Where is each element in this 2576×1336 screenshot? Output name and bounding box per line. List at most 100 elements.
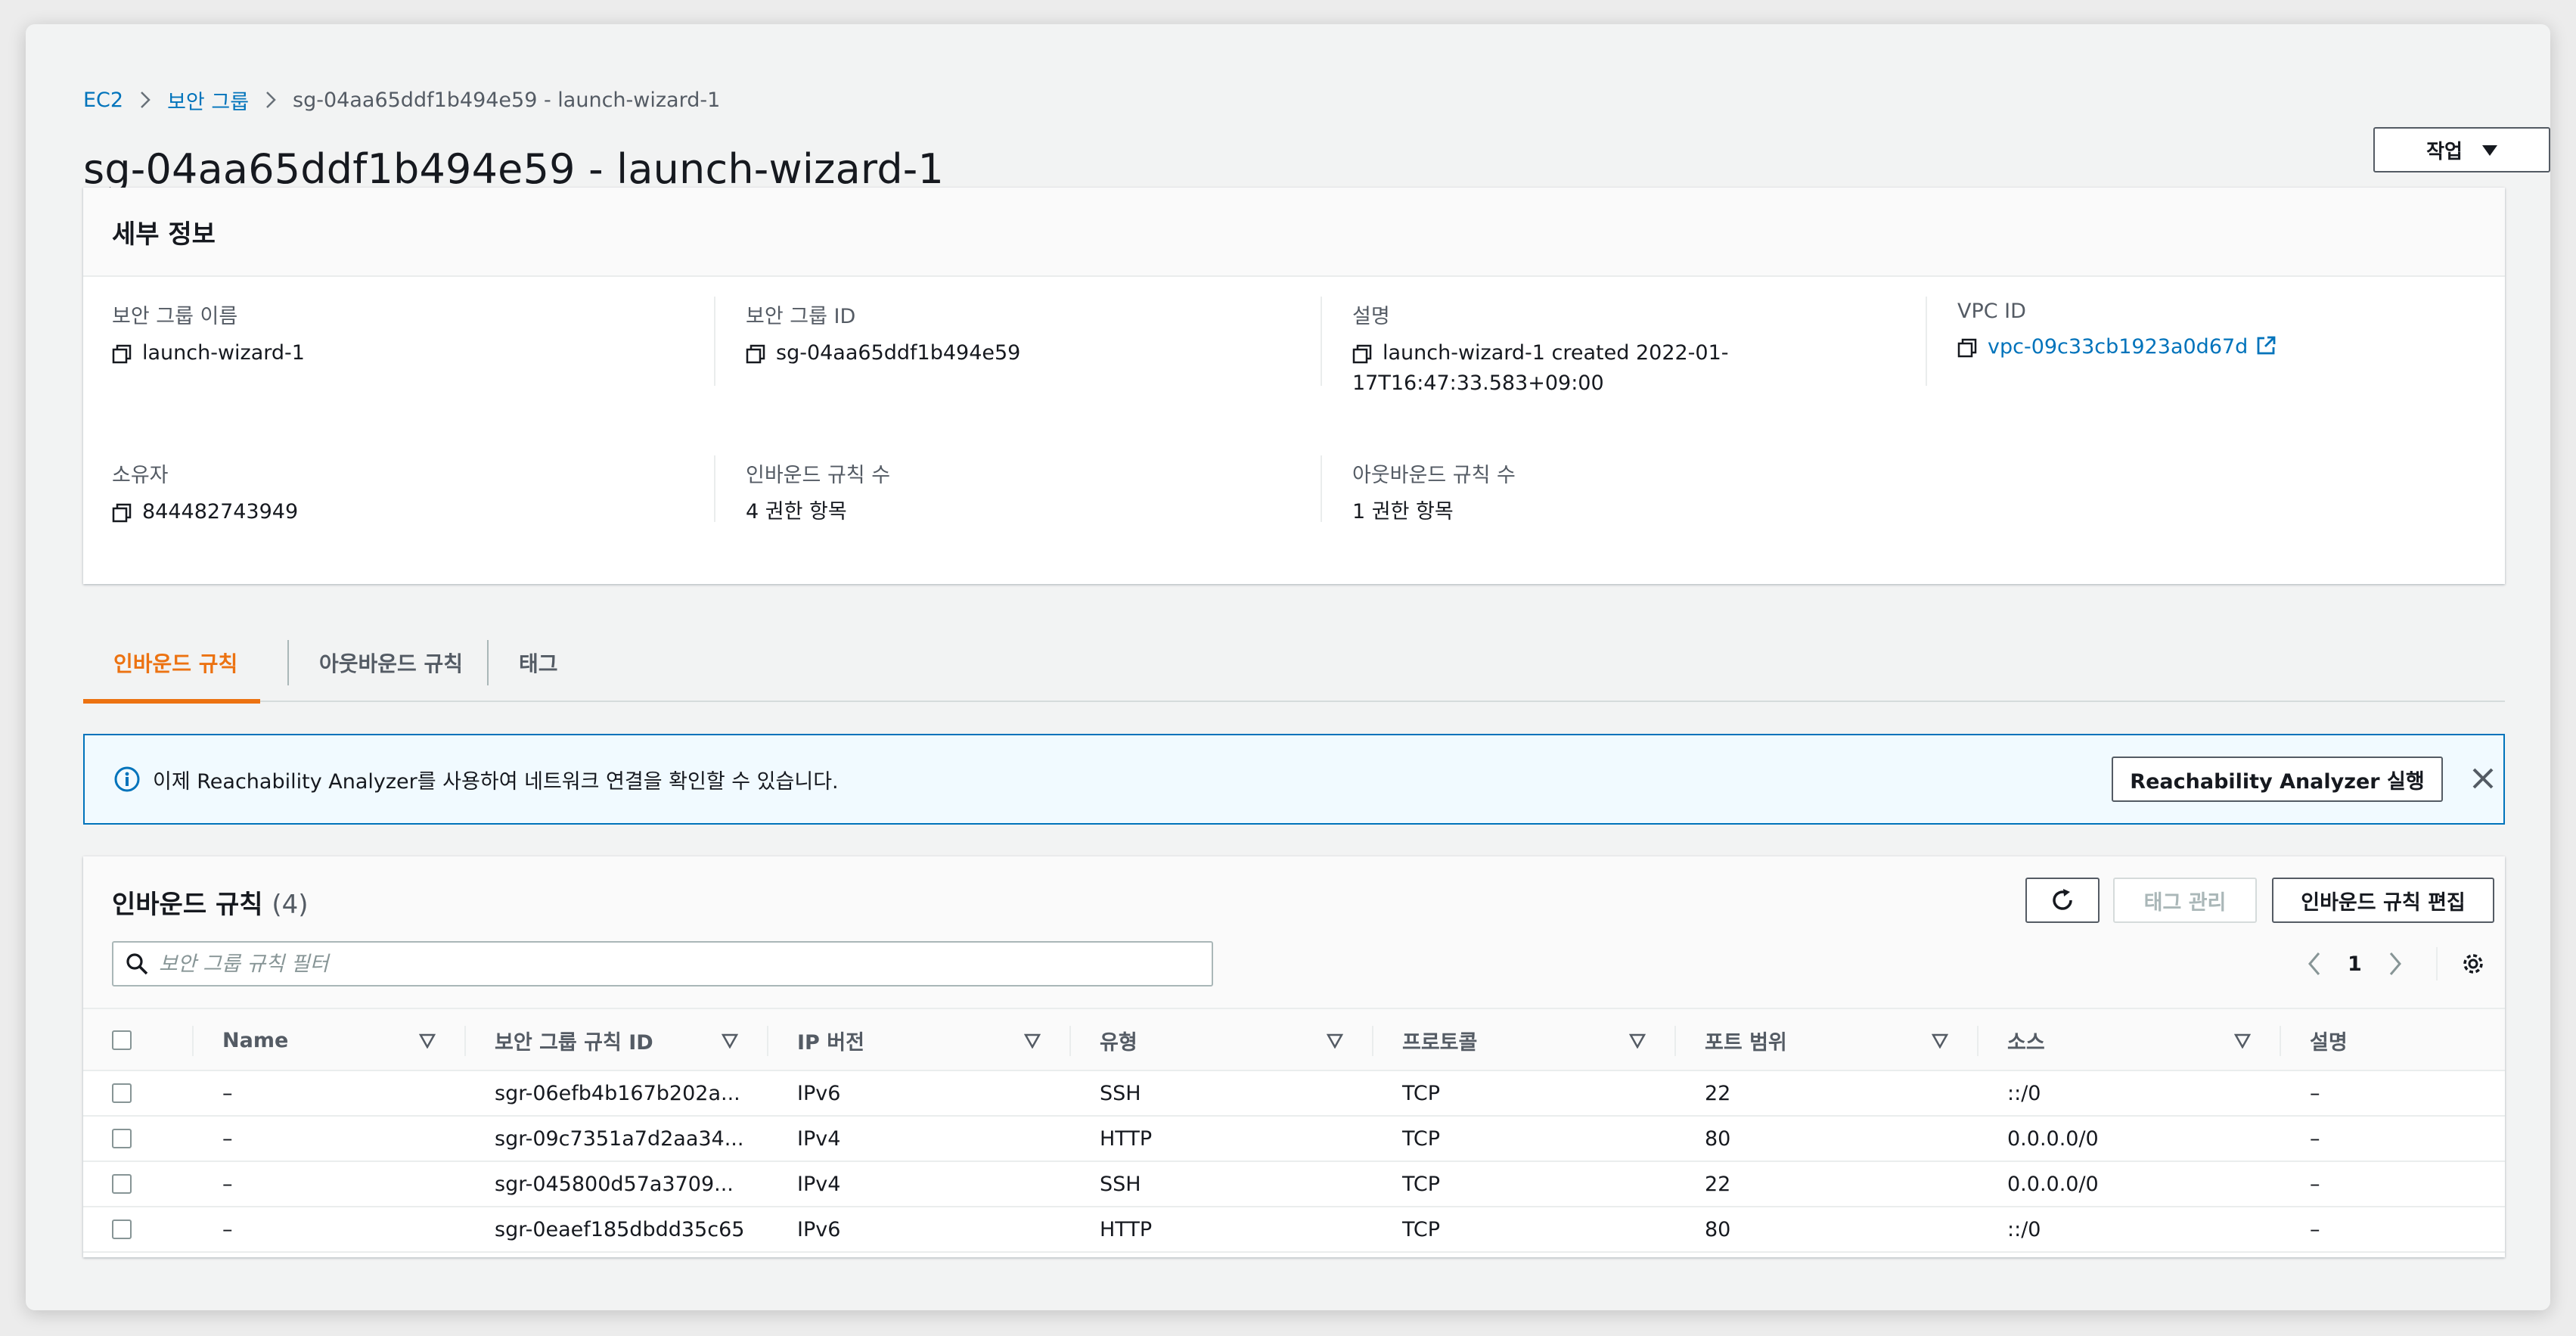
run-reachability-analyzer-button[interactable]: Reachability Analyzer 실행 [2112, 757, 2443, 802]
sort-icon[interactable] [721, 1033, 739, 1052]
column-header-description[interactable]: 설명 [2310, 1009, 2348, 1071]
tab-bar: 인바운드 규칙 아웃바운드 규칙 태그 [83, 625, 2505, 704]
cell-type: HTTP [1100, 1126, 1153, 1151]
column-header-source[interactable]: 소스 [2007, 1009, 2045, 1071]
column-label: 프로토콜 [1402, 1030, 1478, 1055]
refresh-icon [2050, 887, 2075, 913]
search-icon [126, 952, 148, 975]
column-header-ip-version[interactable]: IP 버전 [797, 1009, 864, 1071]
cell-name: – [222, 1081, 233, 1105]
field-value: launch-wizard-1 [142, 341, 305, 365]
cell-rule-id[interactable]: sgr-06efb4b167b202a... [495, 1071, 740, 1115]
cell-port-range: 80 [1705, 1126, 1731, 1151]
table-row[interactable]: – sgr-06efb4b167b202a... IPv6 SSH TCP 22… [83, 1071, 2505, 1117]
copy-icon[interactable] [112, 343, 132, 373]
field-sg-name: 보안 그룹 이름 launch-wizard-1 [112, 300, 305, 373]
sort-icon[interactable] [2233, 1033, 2252, 1052]
column-divider [714, 297, 715, 386]
actions-dropdown-button[interactable]: 작업 [2373, 127, 2550, 172]
column-header-type[interactable]: 유형 [1100, 1009, 1137, 1071]
table-row[interactable]: – sgr-09c7351a7d2aa34... IPv4 HTTP TCP 8… [83, 1117, 2505, 1162]
chevron-left-icon[interactable] [2307, 951, 2322, 977]
select-all-checkbox[interactable] [112, 1030, 132, 1050]
table-header: Name 보안 그룹 규칙 ID IP 버전 유형 프로토콜 포트 범위 소스 … [83, 1008, 2505, 1071]
table-row[interactable]: – sgr-045800d57a3709... IPv4 SSH TCP 22 … [83, 1162, 2505, 1207]
cell-name: – [222, 1172, 233, 1196]
sort-icon[interactable] [1628, 1033, 1646, 1052]
sort-icon[interactable] [418, 1033, 436, 1052]
vpc-id-link[interactable]: vpc-09c33cb1923a0d67d [1988, 332, 2248, 362]
column-divider [1926, 297, 1927, 386]
close-icon[interactable] [2470, 766, 2496, 791]
cell-name: – [222, 1126, 233, 1151]
cell-rule-id[interactable]: sgr-0eaef185dbdd35c65 [495, 1207, 744, 1251]
cell-description: – [2310, 1081, 2320, 1105]
cell-type: SSH [1100, 1081, 1141, 1105]
column-divider [1321, 455, 1322, 522]
cell-description: – [2310, 1126, 2320, 1151]
cell-port-range: 22 [1705, 1081, 1731, 1105]
column-header-port-range[interactable]: 포트 범위 [1705, 1009, 1787, 1071]
tab-inbound-rules[interactable]: 인바운드 규칙 [113, 625, 237, 701]
sort-icon[interactable] [1023, 1033, 1041, 1052]
field-label: 소유자 [112, 464, 169, 487]
external-link-icon[interactable] [2255, 335, 2277, 365]
breadcrumb-ec2-link[interactable]: EC2 [83, 89, 123, 112]
row-checkbox[interactable] [112, 1219, 132, 1239]
field-inbound-count: 인바운드 규칙 수 4 권한 항목 [746, 458, 890, 527]
rules-title-text: 인바운드 규칙 [112, 890, 263, 920]
alert-text: 이제 Reachability Analyzer를 사용하여 네트워크 연결을 … [153, 769, 839, 794]
field-label: 아웃바운드 규칙 수 [1352, 464, 1516, 487]
breadcrumb-security-groups-link[interactable]: 보안 그룹 [167, 85, 249, 115]
column-label: 유형 [1100, 1030, 1137, 1055]
info-icon [113, 766, 141, 793]
copy-icon[interactable] [1957, 337, 1977, 367]
row-checkbox[interactable] [112, 1174, 132, 1194]
field-vpc-id: VPC ID vpc-09c33cb1923a0d67d [1957, 300, 2277, 367]
search-filter[interactable] [112, 941, 1213, 986]
refresh-button[interactable] [2025, 878, 2100, 923]
copy-icon[interactable] [746, 343, 765, 373]
cell-protocol: TCP [1402, 1081, 1441, 1105]
page-number[interactable]: 1 [2348, 952, 2362, 976]
edit-inbound-rules-button[interactable]: 인바운드 규칙 편집 [2272, 878, 2494, 923]
cell-description: – [2310, 1172, 2320, 1196]
field-value: 844482743949 [142, 500, 299, 524]
tab-outbound-rules[interactable]: 아웃바운드 규칙 [319, 625, 463, 701]
field-value: sg-04aa65ddf1b494e59 [776, 341, 1021, 365]
breadcrumb-current: sg-04aa65ddf1b494e59 - launch-wizard-1 [293, 88, 721, 112]
column-label: 보안 그룹 규칙 ID [495, 1030, 653, 1055]
field-label: 보안 그룹 이름 [112, 305, 238, 328]
sort-icon[interactable] [1931, 1033, 1949, 1052]
chevron-right-icon[interactable] [2388, 951, 2403, 977]
cell-rule-id[interactable]: sgr-09c7351a7d2aa34... [495, 1117, 743, 1160]
cell-port-range: 22 [1705, 1172, 1731, 1196]
rules-table: Name 보안 그룹 규칙 ID IP 버전 유형 프로토콜 포트 범위 소스 … [83, 1008, 2505, 1253]
actions-label: 작업 [2426, 140, 2463, 163]
table-row[interactable]: – sgr-0eaef185dbdd35c65 IPv6 HTTP TCP 80… [83, 1207, 2505, 1253]
column-header-name[interactable]: Name [222, 1009, 288, 1071]
tab-tags[interactable]: 태그 [519, 625, 558, 701]
details-panel: 세부 정보 보안 그룹 이름 launch-wizard-1 보안 그룹 ID … [83, 188, 2505, 584]
rules-count: (4) [272, 890, 309, 920]
sort-icon[interactable] [1326, 1033, 1344, 1052]
field-owner: 소유자 844482743949 [112, 458, 298, 532]
cell-description: – [2310, 1217, 2320, 1241]
row-checkbox[interactable] [112, 1129, 132, 1148]
copy-icon[interactable] [112, 502, 132, 532]
search-input[interactable] [159, 952, 1187, 976]
cell-port-range: 80 [1705, 1217, 1731, 1241]
field-value: 4 권한 항목 [746, 500, 847, 524]
tab-divider [487, 640, 489, 685]
field-value: 1 권한 항목 [1352, 500, 1454, 524]
gear-icon[interactable] [2460, 951, 2486, 977]
cell-rule-id[interactable]: sgr-045800d57a3709... [495, 1162, 734, 1206]
manage-tags-button[interactable]: 태그 관리 [2113, 878, 2257, 923]
cell-ip-version: IPv4 [797, 1126, 841, 1151]
cell-ip-version: IPv6 [797, 1081, 841, 1105]
field-description: 설명 launch-wizard-1 created 2022-01- 17T1… [1352, 300, 1729, 399]
chevron-right-icon [265, 91, 276, 109]
column-header-rule-id[interactable]: 보안 그룹 규칙 ID [495, 1009, 653, 1071]
row-checkbox[interactable] [112, 1083, 132, 1103]
column-header-protocol[interactable]: 프로토콜 [1402, 1009, 1477, 1071]
